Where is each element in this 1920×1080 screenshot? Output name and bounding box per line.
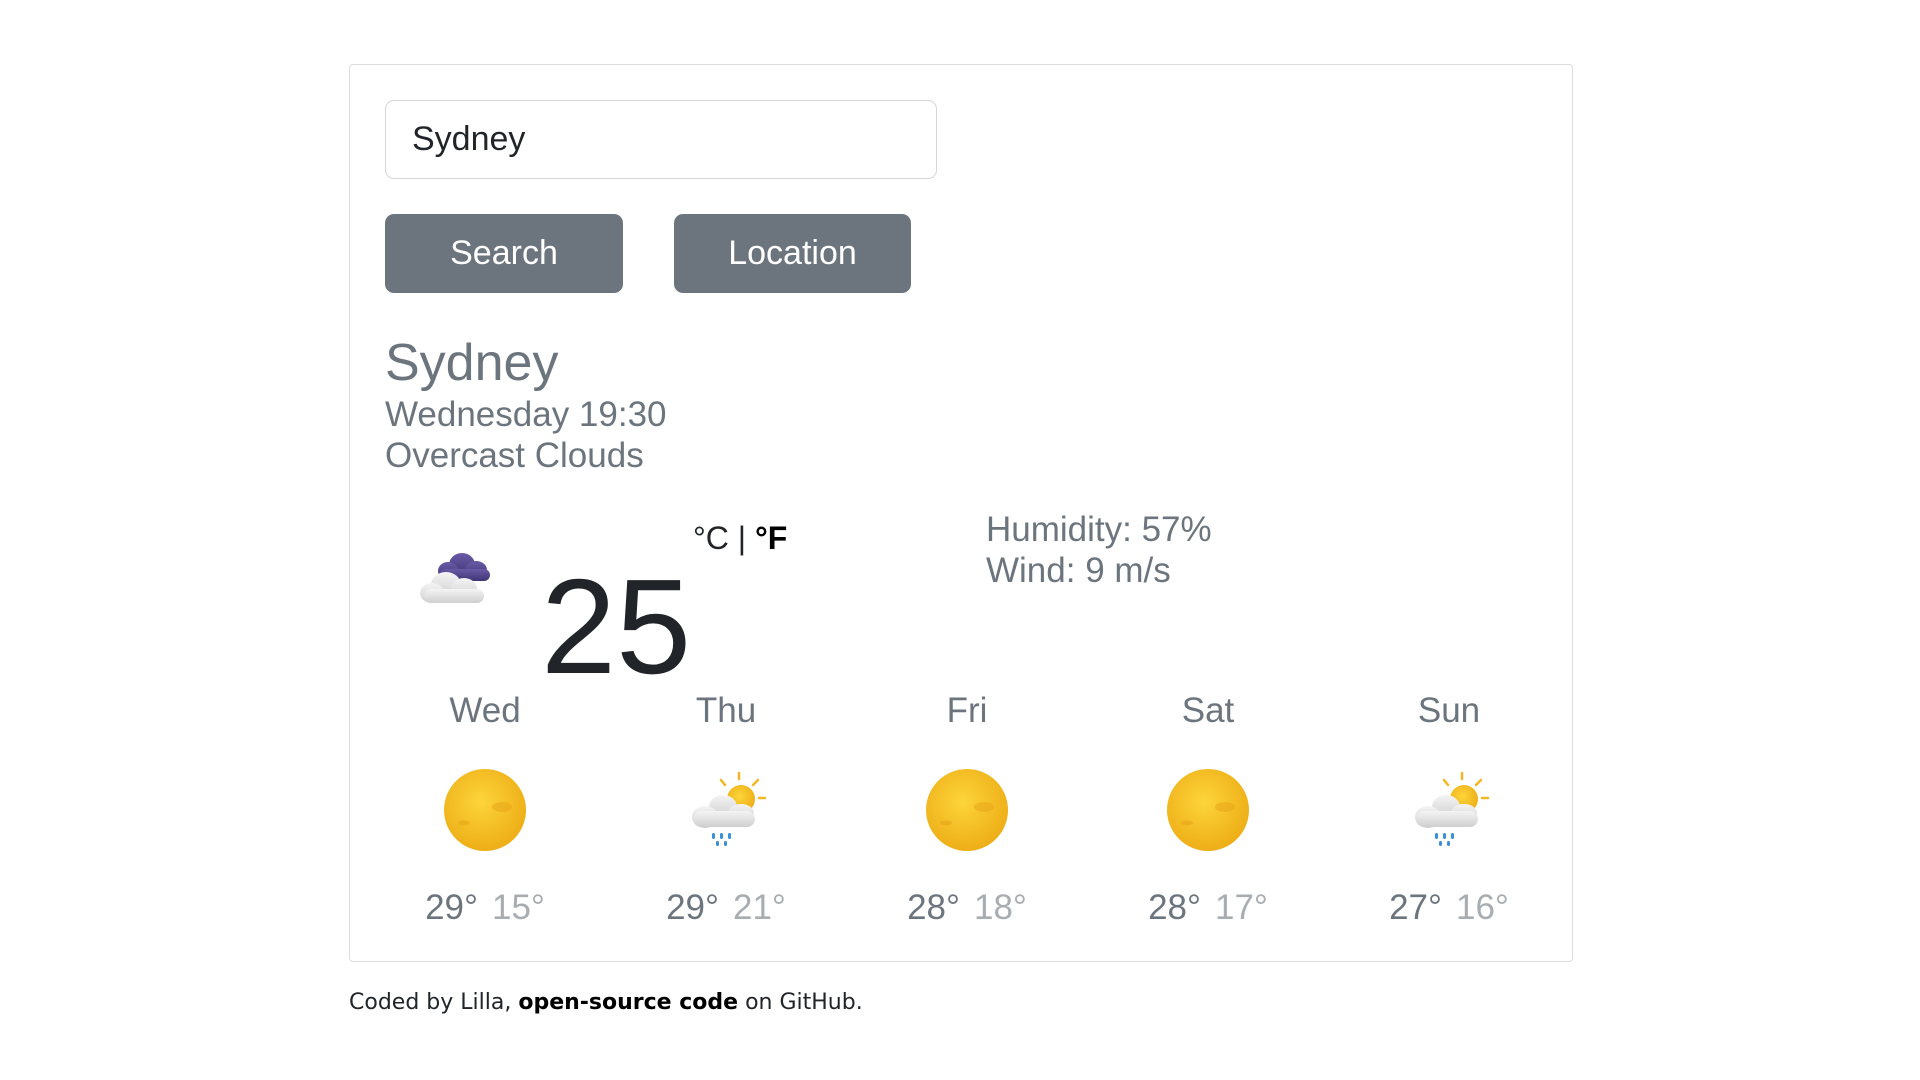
forecast-max: 28°	[907, 888, 960, 927]
unit-separator: |	[737, 520, 747, 556]
forecast-day-name: Wed	[449, 691, 521, 730]
footer-prefix: Coded by Lilla,	[349, 990, 519, 1015]
weather-details: Humidity: 57% Wind: 9 m/s	[986, 509, 1212, 592]
search-button[interactable]: Search	[385, 214, 623, 293]
forecast-day-name: Sat	[1181, 691, 1235, 730]
forecast-max: 28°	[1148, 888, 1201, 927]
source-code-link[interactable]: open-source code	[518, 990, 738, 1015]
fahrenheit-link[interactable]: °F	[755, 520, 787, 556]
forecast-min: 18°	[974, 888, 1027, 927]
sun-cloud-rain-icon	[692, 771, 767, 846]
footer: Coded by Lilla, open-source code on GitH…	[349, 990, 863, 1015]
forecast-min: 16°	[1456, 888, 1509, 927]
weather-description: Overcast Clouds	[385, 436, 644, 475]
forecast-temps: 29° 21°	[626, 887, 826, 929]
current-temperature: 25	[541, 551, 692, 702]
forecast-row: Wed 29° 15° Thu 29° 21° Fri 28° 18° Sat …	[385, 690, 1539, 930]
forecast-temps: 27° 16°	[1349, 887, 1549, 929]
forecast-min: 17°	[1215, 888, 1268, 927]
forecast-min: 21°	[733, 888, 786, 927]
overcast-clouds-icon	[420, 553, 490, 603]
current-datetime: Wednesday 19:30	[385, 395, 667, 434]
forecast-day: Fri 28° 18°	[867, 690, 1067, 929]
forecast-temps: 29° 15°	[385, 887, 585, 929]
wind-text: Wind: 9 m/s	[986, 551, 1171, 591]
sun-icon	[444, 769, 526, 851]
forecast-day-name: Fri	[946, 691, 988, 730]
forecast-day-name: Sun	[1417, 691, 1481, 730]
forecast-day: Thu 29° 21°	[626, 690, 826, 929]
forecast-max: 29°	[666, 888, 719, 927]
city-name: Sydney	[385, 334, 559, 392]
footer-suffix: on GitHub.	[738, 990, 863, 1015]
weather-card: Search Location Sydney Wednesday 19:30 O…	[349, 64, 1573, 962]
sun-icon	[1167, 769, 1249, 851]
forecast-temps: 28° 17°	[1108, 887, 1308, 929]
location-button[interactable]: Location	[674, 214, 911, 293]
celsius-link[interactable]: °C	[693, 520, 729, 556]
forecast-min: 15°	[492, 888, 545, 927]
unit-switch: °C | °F	[693, 522, 787, 554]
forecast-max: 29°	[425, 888, 478, 927]
forecast-day: Wed 29° 15°	[385, 690, 585, 929]
humidity-text: Humidity: 57%	[986, 510, 1212, 549]
forecast-max: 27°	[1389, 888, 1442, 927]
forecast-day: Sat 28° 17°	[1108, 690, 1308, 929]
city-search-input[interactable]	[385, 100, 937, 179]
forecast-temps: 28° 18°	[867, 887, 1067, 929]
sun-cloud-rain-icon	[1415, 771, 1490, 846]
forecast-day: Sun 27° 16°	[1349, 690, 1549, 929]
forecast-day-name: Thu	[695, 691, 757, 730]
sun-icon	[926, 769, 1008, 851]
